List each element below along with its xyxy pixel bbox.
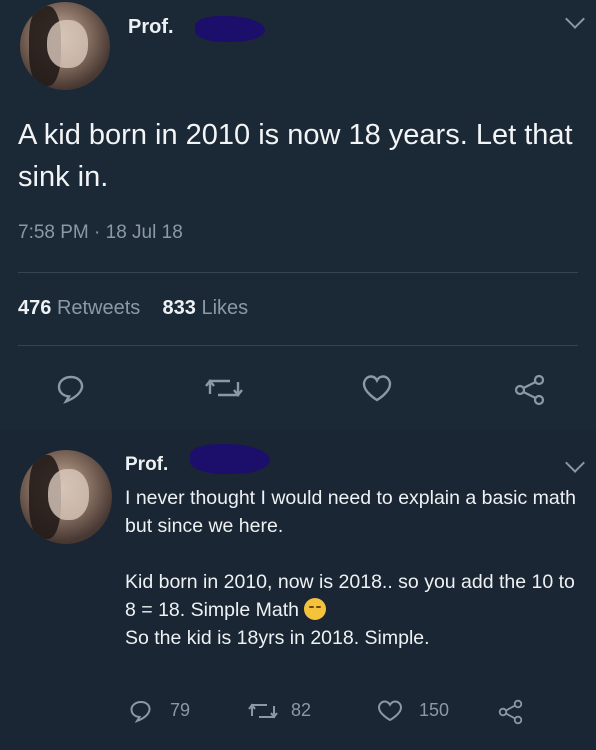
author-name[interactable]: Prof. (128, 16, 174, 39)
author-avatar[interactable] (20, 2, 110, 90)
reply-author-avatar[interactable] (20, 450, 112, 544)
reply-author-name[interactable]: Prof. (125, 454, 168, 476)
tweet-timestamp[interactable]: 7:58 PM · 18 Jul 18 (18, 222, 183, 244)
reply-count: 79 (170, 700, 191, 720)
reply-icon[interactable] (128, 699, 154, 723)
like-count: 150 (419, 700, 450, 720)
retweet-icon[interactable] (205, 372, 243, 404)
relieved-face-emoji-icon (304, 598, 327, 620)
tweet-text: A kid born in 2010 is now 18 years. Let … (18, 119, 573, 193)
avatar-face (47, 468, 89, 521)
avatar-face (47, 19, 88, 68)
reply-text: I never thought I would need to explain … (125, 484, 580, 652)
divider (18, 272, 578, 273)
reply-paragraph: So the kid is 18yrs in 2018. Simple. (125, 627, 430, 649)
reply-icon[interactable] (55, 372, 87, 404)
redaction-mark (195, 16, 265, 42)
divider (18, 345, 578, 346)
like-icon[interactable] (360, 372, 394, 404)
share-icon[interactable] (497, 699, 525, 725)
reply-paragraph: Kid born in 2010, now is 2018.. so you a… (125, 568, 580, 624)
share-icon[interactable] (513, 374, 547, 406)
tweet-stats: 476 Retweets 833 Likes (18, 297, 248, 320)
reply-line: Kid born in 2010, now is 2018.. so you a… (125, 571, 575, 621)
likes-count[interactable]: 833 (163, 297, 196, 319)
retweet-icon[interactable] (248, 700, 278, 722)
retweets-label[interactable]: Retweets (57, 297, 140, 319)
likes-label[interactable]: Likes (201, 297, 248, 319)
retweets-count[interactable]: 476 (18, 297, 51, 319)
redaction-mark (190, 444, 270, 474)
retweet-count: 82 (291, 700, 312, 720)
reply-paragraph: I never thought I would need to explain … (125, 487, 576, 537)
like-icon[interactable] (376, 699, 404, 723)
